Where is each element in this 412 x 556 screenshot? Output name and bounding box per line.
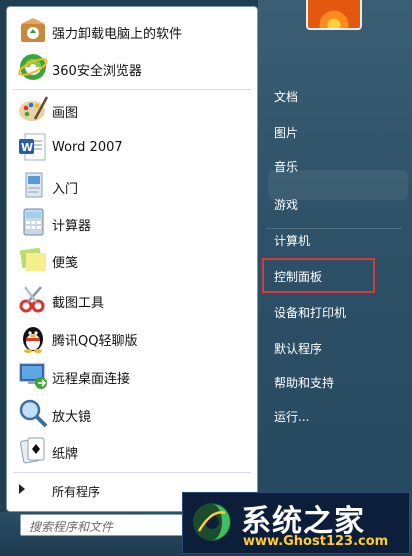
control-panel-highlight-box [262,258,375,293]
watermark: 系统之家 www.Ghost123.com [182,492,410,554]
word-icon: W [19,133,46,161]
program-label: 腾讯QQ轻聊版 [52,334,138,349]
snipping-tool-icon [19,286,45,313]
program-item-remote-desktop[interactable]: 远程桌面连接 [7,357,257,393]
program-label: 远程桌面连接 [52,372,131,387]
right-item-default-programs[interactable]: 默认程序 [274,340,322,357]
pinned-separator [13,89,251,90]
program-list-panel: 强力卸载电脑上的软件 360安全浏览器 画图 W Word 2007 入门 计算… [6,6,258,512]
remote-desktop-icon [19,363,47,389]
program-item-360-browser[interactable]: 360安全浏览器 [7,49,257,85]
program-item-magnifier[interactable]: 放大镜 [7,395,257,431]
right-item-pictures[interactable]: 图片 [274,124,298,141]
user-picture[interactable] [306,0,362,30]
program-label: 便笺 [52,256,79,271]
ghost-logo-icon [193,503,231,541]
watermark-url: www.Ghost123.com [243,534,389,549]
all-programs-label: 所有程序 [52,485,101,499]
magnifier-icon [19,399,48,428]
right-separator [266,228,402,229]
program-label: 画图 [52,106,79,121]
right-item-help-support[interactable]: 帮助和支持 [274,374,334,391]
right-item-computer[interactable]: 计算机 [274,232,310,249]
program-label: 纸牌 [52,447,79,462]
program-label: 截图工具 [52,296,105,311]
program-item-paint[interactable]: 画图 [7,91,257,127]
arrow-right-icon [19,484,25,494]
calculator-icon [23,208,44,236]
right-item-devices-printers[interactable]: 设备和打印机 [274,304,346,321]
program-item-uninstaller[interactable]: 强力卸载电脑上的软件 [7,12,257,48]
start-menu: 文档 图片 音乐 游戏 计算机 控制面板 设备和打印机 默认程序 帮助和支持 运… [0,0,412,556]
program-label: 计算器 [52,219,92,234]
program-item-sticky-notes[interactable]: 便笺 [7,241,257,277]
browser-360-icon [18,54,48,80]
right-item-run[interactable]: 运行... [274,408,309,425]
svg-text:W: W [21,141,33,154]
solitaire-icon [20,437,45,464]
qq-penguin-icon [23,327,43,353]
paint-palette-icon [19,96,49,121]
program-item-getting-started[interactable]: 入门 [7,167,257,203]
right-item-documents[interactable]: 文档 [274,88,298,105]
sticky-notes-icon [19,247,46,271]
program-label: 360安全浏览器 [52,64,142,79]
program-label: 强力卸载电脑上的软件 [52,27,183,42]
program-item-qq[interactable]: 腾讯QQ轻聊版 [7,319,257,355]
program-item-calculator[interactable]: 计算器 [7,204,257,240]
all-programs-separator [13,472,251,473]
program-label: Word 2007 [52,140,123,155]
program-label: 放大镜 [52,410,92,425]
program-item-solitaire[interactable]: 纸牌 [7,432,257,468]
program-label: 入门 [52,182,79,197]
right-item-games[interactable]: 游戏 [274,196,298,213]
right-panel [258,0,412,512]
getting-started-icon [25,172,43,198]
program-item-snipping-tool[interactable]: 截图工具 [7,281,257,317]
program-item-word[interactable]: W Word 2007 [7,129,257,165]
uninstall-box-icon [21,18,45,42]
right-item-music[interactable]: 音乐 [274,158,298,175]
search-placeholder: 搜索程序和文件 [29,520,114,534]
